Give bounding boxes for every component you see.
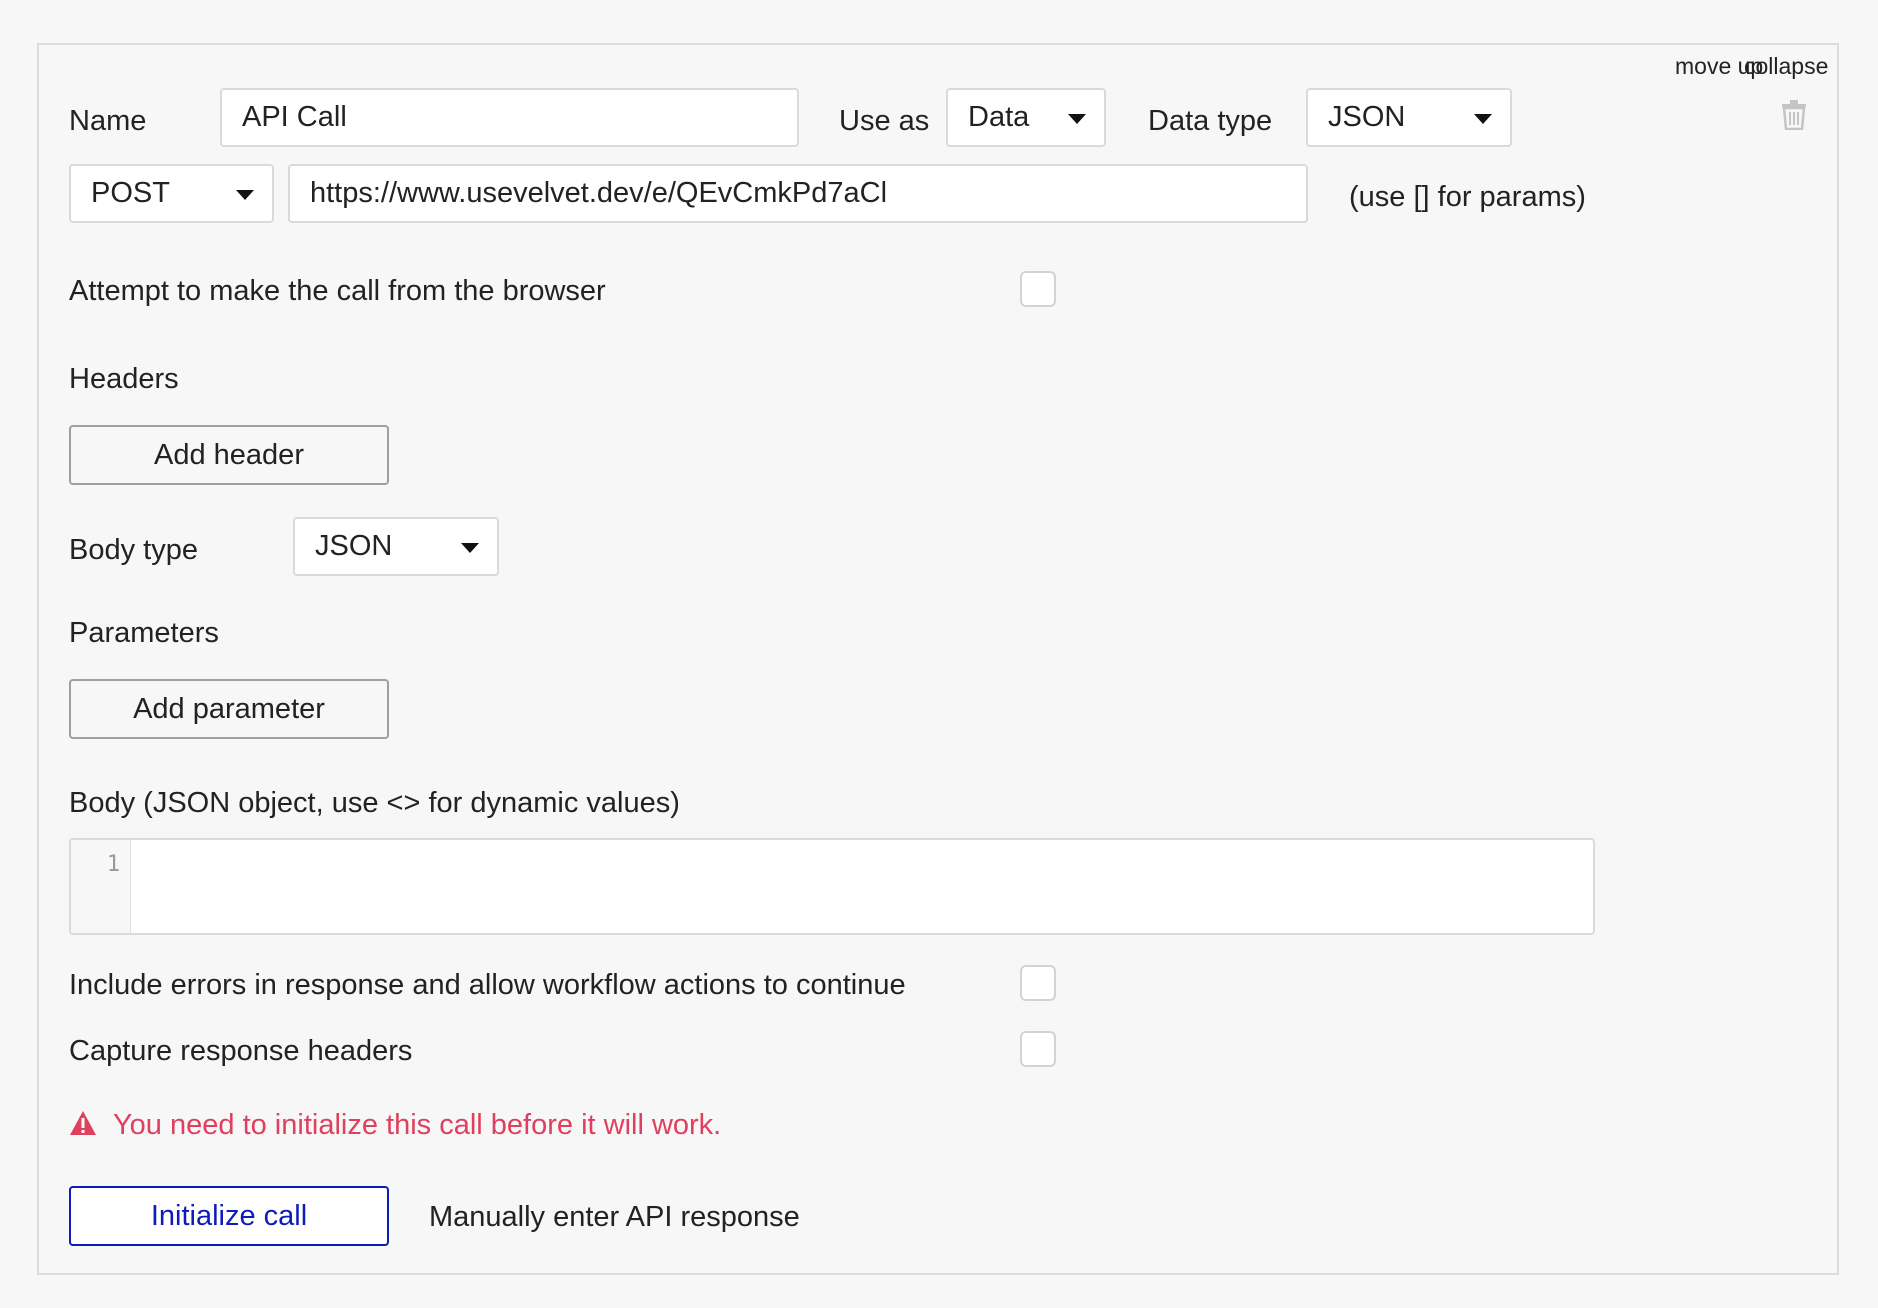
- body-type-label: Body type: [69, 534, 198, 566]
- add-header-button-label: Add header: [154, 438, 304, 471]
- warning-icon: [69, 1110, 97, 1136]
- name-input-value: API Call: [242, 101, 347, 133]
- data-type-select[interactable]: JSON: [1306, 88, 1512, 147]
- url-input[interactable]: https://www.usevelvet.dev/e/QEvCmkPd7aCl: [288, 164, 1308, 223]
- headers-label: Headers: [69, 363, 179, 395]
- initialize-call-button-label: Initialize call: [150, 1199, 308, 1232]
- parameters-label: Parameters: [69, 617, 219, 649]
- use-as-value: Data: [968, 101, 1030, 133]
- browser-call-label: Attempt to make the call from the browse…: [69, 275, 606, 307]
- http-method-select[interactable]: POST: [69, 164, 274, 223]
- body-type-select[interactable]: JSON: [293, 517, 499, 576]
- add-parameter-button[interactable]: Add parameter: [69, 679, 389, 739]
- chevron-down-icon: [461, 543, 479, 553]
- api-call-panel: move up collapse Name API Call Use as Da…: [37, 43, 1839, 1275]
- data-type-value: JSON: [1328, 101, 1406, 133]
- chevron-down-icon: [236, 190, 254, 200]
- capture-headers-checkbox[interactable]: [1020, 1031, 1056, 1067]
- line-number-gutter: 1: [71, 840, 131, 933]
- use-as-select[interactable]: Data: [946, 88, 1106, 147]
- capture-headers-label: Capture response headers: [69, 1035, 413, 1067]
- body-type-value: JSON: [315, 530, 393, 562]
- line-number: 1: [106, 852, 120, 877]
- trash-icon[interactable]: [1781, 100, 1807, 131]
- add-header-button[interactable]: Add header: [69, 425, 389, 485]
- include-errors-label: Include errors in response and allow wor…: [69, 969, 906, 1001]
- body-label: Body (JSON object, use <> for dynamic va…: [69, 787, 680, 819]
- name-label: Name: [69, 105, 147, 137]
- collapse-link[interactable]: collapse: [1744, 55, 1828, 78]
- data-type-label: Data type: [1148, 105, 1273, 137]
- manual-response-link[interactable]: Manually enter API response: [429, 1203, 800, 1232]
- initialize-warning-text: You need to initialize this call before …: [113, 1109, 722, 1141]
- browser-call-checkbox[interactable]: [1020, 271, 1056, 307]
- initialize-call-button[interactable]: Initialize call: [69, 1186, 389, 1246]
- url-params-hint: (use [] for params): [1349, 181, 1586, 213]
- name-input[interactable]: API Call: [220, 88, 799, 147]
- body-code-editor[interactable]: 1: [69, 838, 1595, 935]
- chevron-down-icon: [1068, 114, 1086, 124]
- include-errors-checkbox[interactable]: [1020, 965, 1056, 1001]
- http-method-value: POST: [91, 177, 170, 209]
- add-parameter-button-label: Add parameter: [133, 692, 325, 725]
- chevron-down-icon: [1474, 114, 1492, 124]
- url-input-value: https://www.usevelvet.dev/e/QEvCmkPd7aCl: [310, 177, 888, 209]
- use-as-label: Use as: [839, 105, 930, 137]
